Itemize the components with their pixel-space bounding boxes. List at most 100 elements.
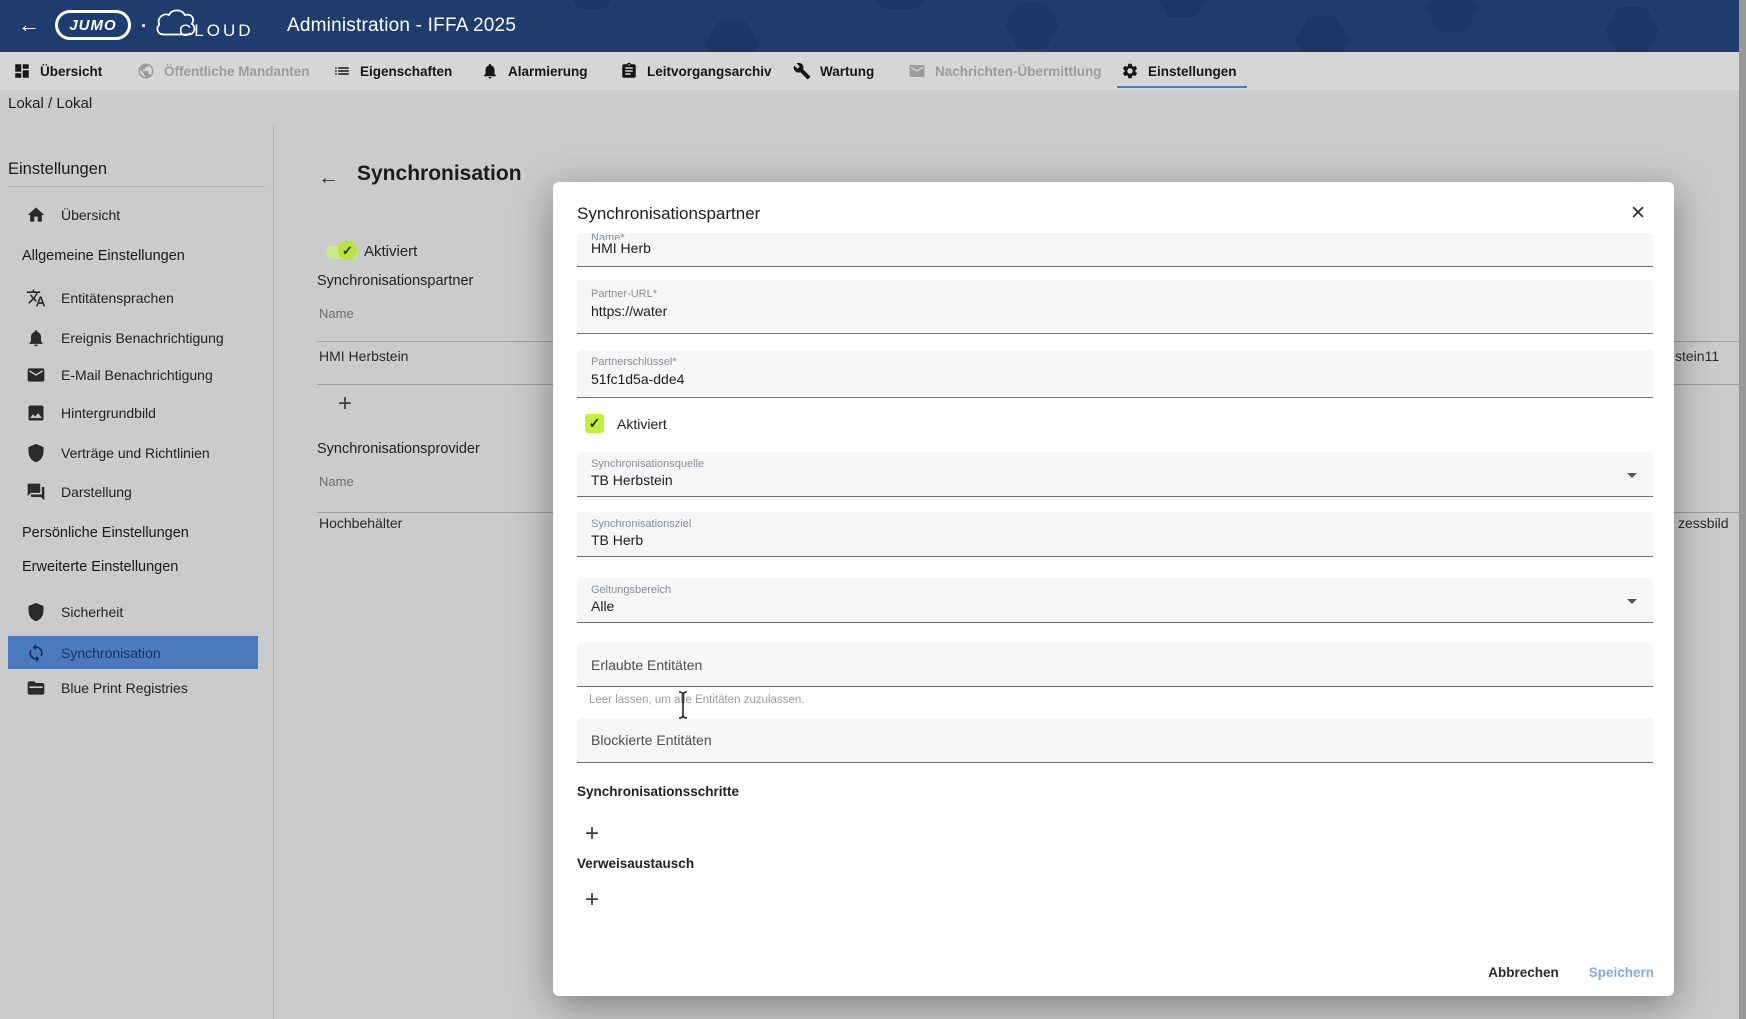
app-window: ← JUMO · CLOUD Administration - IFFA 202… (0, 0, 1746, 1019)
sidebar-section-persoenliche-einstellungen: Persönliche Einstellungen (22, 518, 189, 548)
sidebar-item-sicherheit[interactable]: Sicherheit (8, 595, 258, 629)
tab-label: Wartung (820, 64, 874, 79)
geltungsbereich-select[interactable]: Geltungsbereich Alle (577, 578, 1653, 623)
partner-row-name[interactable]: HMI Herbstein (319, 348, 408, 364)
dashboard-icon (13, 62, 31, 80)
provider-table-title: Synchronisationsprovider (317, 441, 480, 457)
blockierte-entitaeten-placeholder: Blockierte Entitäten (577, 718, 1653, 748)
add-sync-step-button[interactable]: + (585, 822, 599, 846)
tab-label: Übersicht (40, 64, 102, 79)
sidebar-item-label: Verträge und Richtlinien (61, 445, 210, 461)
sidebar-item-email-benachrichtigung[interactable]: E-Mail Benachrichtigung (8, 358, 258, 392)
sidebar-section-allgemeine-einstellungen: Allgemeine Einstellungen (22, 241, 185, 271)
name-field-value: HMI Herb (577, 240, 1653, 256)
sync-enabled-toggle-label: Aktiviert (364, 243, 417, 260)
tab-label: Eigenschaften (360, 64, 452, 79)
sidebar-item-label: Sicherheit (61, 604, 123, 620)
tab-eigenschaften[interactable]: Eigenschaften (333, 52, 452, 90)
tab-alarmierung[interactable]: Alarmierung (481, 52, 588, 90)
sidebar-item-label: Blue Print Registries (61, 680, 188, 696)
clipboard-icon (620, 62, 638, 80)
header-back-button[interactable]: ← (18, 12, 40, 38)
image-icon (26, 403, 46, 423)
mail-icon (908, 62, 926, 80)
geltungsbereich-label: Geltungsbereich (577, 578, 1653, 596)
dialog-actions: Abbrechen Speichern (1488, 965, 1654, 980)
sidebar-item-entitaetensprachen[interactable]: Entitätensprachen (8, 281, 258, 315)
forum-icon (26, 482, 46, 502)
globe-icon (137, 62, 155, 80)
synchronisationsschritte-heading: Synchronisationsschritte (577, 784, 739, 799)
chevron-down-icon (1627, 599, 1637, 604)
tab-einstellungen[interactable]: Einstellungen (1121, 52, 1237, 90)
aktiviert-checkbox-label: Aktiviert (617, 416, 667, 432)
add-partner-button[interactable]: + (338, 392, 352, 416)
sidebar-item-label: Darstellung (61, 484, 132, 500)
partner-url-field[interactable]: Partner-URL* https://water (577, 280, 1653, 334)
synchronisationspartner-dialog: Synchronisationspartner ✕ Name* HMI Herb… (553, 182, 1674, 996)
sync-enabled-toggle-check-icon[interactable]: ✓ (338, 241, 357, 260)
folder-icon (26, 678, 46, 698)
title-bar: ← JUMO · CLOUD Administration - IFFA 202… (0, 0, 1746, 52)
text-cursor (676, 690, 690, 720)
sidebar-item-uebersicht[interactable]: Übersicht (8, 198, 258, 232)
partner-table-title: Synchronisationspartner (317, 273, 473, 289)
sidebar-divider (273, 125, 274, 1019)
tab-label: Leitvorgangsarchiv (647, 64, 772, 79)
app-title: Administration - IFFA 2025 (287, 15, 516, 37)
save-button[interactable]: Speichern (1589, 965, 1654, 980)
provider-row-name[interactable]: Hochbehälter (319, 515, 402, 531)
list-icon (333, 62, 351, 80)
sidebar-item-label: Übersicht (61, 207, 120, 223)
partner-url-value: https://water (577, 300, 1653, 319)
sidebar-item-synchronisation[interactable]: Synchronisation (8, 636, 258, 669)
logo-separator-dot: · (141, 16, 147, 37)
sidebar-item-label: Ereignis Benachrichtigung (61, 330, 224, 346)
jumo-logo-text: JUMO (69, 17, 116, 34)
close-icon[interactable]: ✕ (1630, 202, 1646, 225)
sync-quelle-select[interactable]: Synchronisationsquelle TB Herbstein (577, 452, 1653, 497)
add-verweis-button[interactable]: + (585, 888, 599, 912)
sidebar-item-darstellung[interactable]: Darstellung (8, 475, 258, 509)
aktiviert-checkbox[interactable]: ✓ (585, 414, 604, 433)
dialog-title: Synchronisationspartner (577, 204, 760, 224)
sync-ziel-value: TB Herb (577, 530, 1653, 548)
blockierte-entitaeten-field[interactable]: Blockierte Entitäten (577, 718, 1653, 763)
cloud-logo: CLOUD (153, 6, 263, 48)
main-nav: Übersicht Öffentliche Mandanten Eigensch… (0, 52, 1746, 90)
shield-icon (26, 443, 46, 463)
sidebar-item-label: Entitätensprachen (61, 290, 174, 306)
erlaubte-entitaeten-helper: Leer lassen, um alle Entitäten zuzulasse… (589, 694, 804, 706)
sync-ziel-label: Synchronisationsziel (577, 512, 1653, 530)
tab-wartung[interactable]: Wartung (793, 52, 874, 90)
gear-icon (1121, 62, 1139, 80)
partner-key-label: Partnerschlüssel* (577, 350, 1653, 368)
page-scrollbar[interactable] (1739, 0, 1746, 1019)
sidebar-item-label: Synchronisation (61, 645, 161, 661)
sidebar-item-blue-print-registries[interactable]: Blue Print Registries (8, 671, 258, 705)
sync-ziel-field[interactable]: Synchronisationsziel TB Herb (577, 512, 1653, 557)
name-field-label: Name* (577, 233, 1653, 240)
tab-oeffentliche-mandanten[interactable]: Öffentliche Mandanten (137, 52, 310, 90)
wrench-icon (793, 62, 811, 80)
tab-uebersicht[interactable]: Übersicht (13, 52, 102, 90)
cancel-button[interactable]: Abbrechen (1488, 965, 1559, 980)
erlaubte-entitaeten-placeholder: Erlaubte Entitäten (577, 643, 1653, 673)
name-field[interactable]: Name* HMI Herb (577, 233, 1653, 267)
partner-key-field[interactable]: Partnerschlüssel* 51fc1d5a-dde4 (577, 350, 1653, 398)
page-title: Synchronisation (357, 162, 522, 186)
provider-table-column-name: Name (319, 474, 354, 489)
home-icon (26, 205, 46, 225)
sidebar-item-ereignis-benachrichtigung[interactable]: Ereignis Benachrichtigung (8, 321, 258, 355)
sidebar-heading: Einstellungen (8, 160, 107, 179)
erlaubte-entitaeten-field[interactable]: Erlaubte Entitäten (577, 643, 1653, 687)
page-back-button[interactable]: ← (318, 166, 339, 190)
tab-leitvorgangsarchiv[interactable]: Leitvorgangsarchiv (620, 52, 772, 90)
mail-icon (26, 365, 46, 385)
sidebar-item-vertraege-und-richtlinien[interactable]: Verträge und Richtlinien (8, 436, 258, 470)
tab-nachrichten-uebermittlung[interactable]: Nachrichten-Übermittlung (908, 52, 1102, 90)
sidebar-section-label: Persönliche Einstellungen (22, 525, 189, 541)
sidebar-item-hintergrundbild[interactable]: Hintergrundbild (8, 396, 258, 430)
sidebar-heading-divider (8, 186, 265, 187)
partner-table-column-name: Name (319, 306, 354, 321)
